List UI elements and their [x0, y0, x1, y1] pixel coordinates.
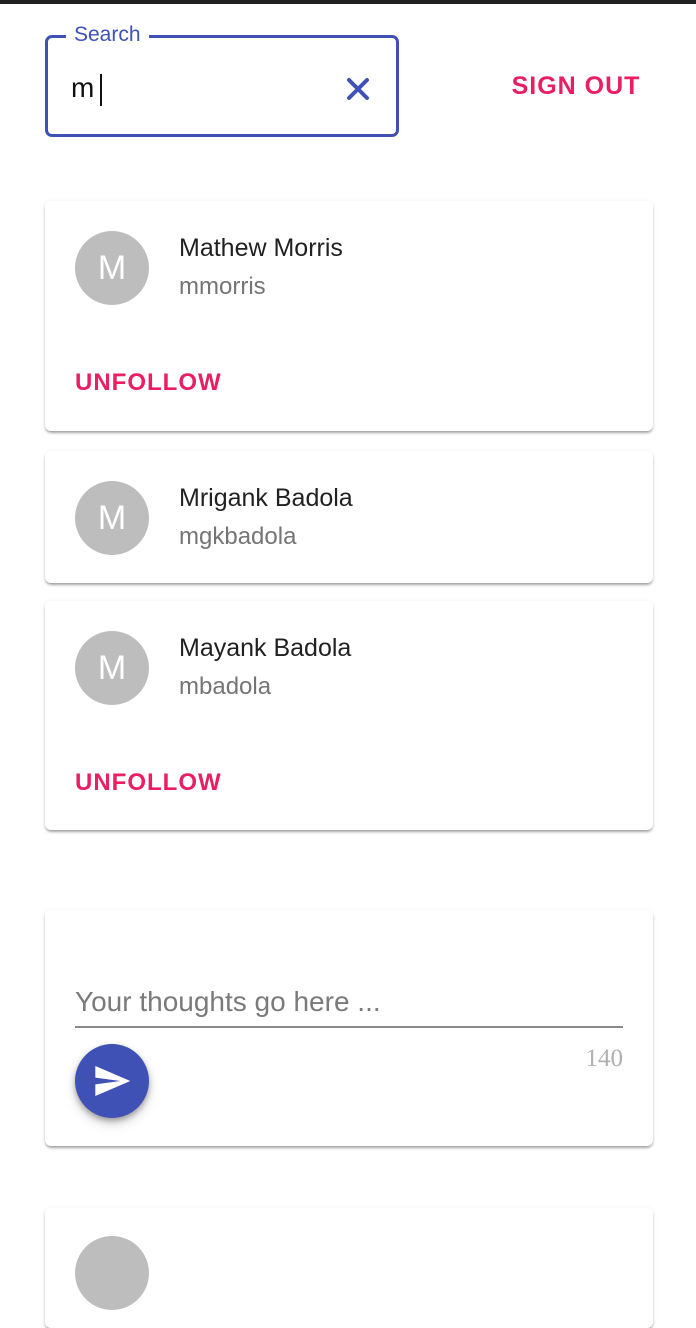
avatar: [75, 1236, 149, 1310]
send-button[interactable]: [75, 1044, 149, 1118]
text-cursor: [100, 74, 102, 106]
compose-card: 140: [45, 910, 653, 1146]
user-card: M Mrigank Badola mgkbadola: [45, 451, 653, 583]
user-name: Mathew Morris: [179, 234, 343, 262]
user-card-partial: [45, 1208, 653, 1328]
search-label: Search: [66, 21, 149, 49]
avatar: M: [75, 631, 149, 705]
search-field[interactable]: Search: [45, 21, 399, 137]
user-card: M Mathew Morris mmorris UNFOLLOW: [45, 201, 653, 431]
top-bar: [0, 0, 696, 4]
character-counter: 140: [585, 1045, 624, 1072]
clear-search-button[interactable]: [341, 72, 375, 106]
user-handle: mmorris: [179, 273, 266, 300]
avatar: M: [75, 231, 149, 305]
avatar: M: [75, 481, 149, 555]
user-name: Mayank Badola: [179, 634, 352, 662]
close-icon: [347, 78, 369, 100]
user-handle: mbadola: [179, 673, 272, 700]
unfollow-button[interactable]: UNFOLLOW: [75, 369, 222, 397]
user-handle: mgkbadola: [179, 523, 297, 550]
unfollow-button[interactable]: UNFOLLOW: [75, 769, 222, 797]
search-input[interactable]: [71, 68, 321, 108]
user-name: Mrigank Badola: [179, 484, 353, 512]
user-card: M Mayank Badola mbadola UNFOLLOW: [45, 601, 653, 830]
thought-input[interactable]: [75, 978, 623, 1028]
sign-out-button[interactable]: SIGN OUT: [505, 66, 647, 106]
send-icon: [95, 1066, 131, 1096]
